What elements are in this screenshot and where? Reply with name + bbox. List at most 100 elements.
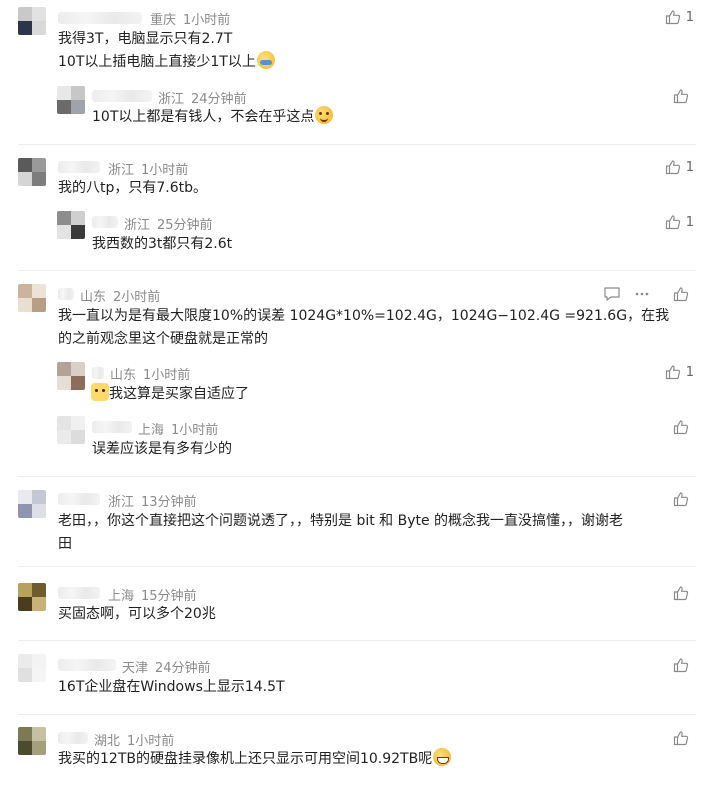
username[interactable] [92,367,104,379]
username[interactable] [58,12,142,24]
reply-text: 10T以上都是有钱人，不会在乎这点 [92,106,334,129]
cat-emoji [91,383,109,401]
sweat-smile-emoji [256,51,275,69]
reply-meta: 浙江 25分钟前 [124,214,213,233]
like-button[interactable] [673,286,694,302]
username[interactable] [92,90,152,102]
divider [18,476,696,477]
comment-line: 我的八tp，只有7.6tb。 [58,180,208,196]
timestamp: 1小时前 [127,734,175,749]
like-count: 1 [685,364,694,380]
comment-meta: 浙江 1小时前 [108,159,188,178]
like-button[interactable]: 1 [665,159,694,175]
comment-line: 田 [58,536,72,552]
like-button[interactable] [673,585,694,601]
thumbs-up-icon [673,89,689,104]
thumbs-up-icon [665,365,680,380]
like-button[interactable] [673,730,694,746]
comment-icon[interactable] [603,286,621,302]
timestamp: 1小时前 [183,13,231,28]
comment-line: 10T以上插电脑上直接少1T以上 [58,54,256,70]
comment-text: 我一直以为是有最大限度10%的误差 1024G*10%=102.4G，1024G… [58,305,669,351]
divider [18,714,696,715]
timestamp: 13分钟前 [141,495,197,510]
comment-meta: 山东 2小时前 [80,286,160,305]
divider [18,640,696,641]
thumbs-up-icon [673,586,689,601]
timestamp: 25分钟前 [157,218,213,233]
reply-line: 我西数的3t都只有2.6t [92,236,233,252]
username[interactable] [58,493,100,505]
divider [18,144,696,145]
like-button[interactable] [673,657,694,673]
thumbs-up-icon [673,658,689,673]
location: 浙江 [158,92,185,107]
avatar[interactable] [18,654,46,682]
location: 山东 [80,290,107,305]
comment-text: 我买的12TB的硬盘挂录像机上还只显示可用空间10.92TB呢 [58,748,452,771]
username[interactable] [58,732,88,744]
like-button[interactable] [673,88,694,104]
username[interactable] [58,587,100,599]
thumbs-up-icon [665,160,680,175]
username[interactable] [92,216,118,228]
thumbs-up-icon [665,10,680,25]
timestamp: 1小时前 [141,163,189,178]
reply-meta: 浙江 24分钟前 [158,88,247,107]
location: 浙江 [124,218,151,233]
timestamp: 15分钟前 [141,589,197,604]
location: 重庆 [150,13,177,28]
grin-emoji [433,748,452,766]
divider [18,566,696,567]
smile-emoji [315,106,334,124]
avatar[interactable] [18,284,46,312]
thumbs-up-icon [673,492,689,507]
reply-line: 我这算是买家自适应了 [109,386,249,402]
like-button[interactable]: 1 [665,214,694,230]
avatar[interactable] [18,158,46,186]
comment-text: 老田，，你这个直接把这个问题说透了，，特别是 bit 和 Byte 的概念我一直… [58,510,623,556]
thumbs-up-icon [673,287,689,302]
avatar[interactable] [18,7,46,35]
location: 山东 [110,368,137,383]
username[interactable] [58,659,116,671]
avatar[interactable] [18,583,46,611]
comment-line: 买固态啊，可以多个20兆 [58,606,216,622]
more-dots-icon[interactable] [633,286,651,302]
avatar[interactable] [57,211,85,239]
like-button[interactable] [673,491,694,507]
like-button[interactable]: 1 [665,9,694,25]
avatar[interactable] [57,416,85,444]
thumbs-up-icon [665,215,680,230]
comment-meta: 湖北 1小时前 [94,730,174,749]
username[interactable] [92,421,132,433]
location: 浙江 [108,163,135,178]
username[interactable] [58,288,74,300]
reply-text: 我这算是买家自适应了 [90,383,249,406]
comment-line: 我一直以为是有最大限度10%的误差 1024G*10%=102.4G，1024G… [58,308,670,324]
avatar[interactable] [18,727,46,755]
avatar[interactable] [57,86,85,114]
avatar[interactable] [57,362,85,390]
location: 天津 [122,661,149,676]
like-count: 1 [685,159,694,175]
reply-meta: 上海 1小时前 [138,419,218,438]
comment-text: 我得3T，电脑显示只有2.7T 10T以上插电脑上直接少1T以上 [58,28,275,74]
avatar[interactable] [18,490,46,518]
like-button[interactable]: 1 [665,364,694,380]
comment-line: 16T企业盘在Windows上显示14.5T [58,679,285,695]
comment-line: 我得3T，电脑显示只有2.7T [58,31,233,47]
comment-meta: 天津 24分钟前 [122,657,211,676]
comment-meta: 浙江 13分钟前 [108,491,197,510]
timestamp: 2小时前 [113,290,161,305]
like-button[interactable] [673,419,694,435]
reply-meta: 山东 1小时前 [110,364,190,383]
reply-line: 10T以上都是有钱人，不会在乎这点 [92,109,315,125]
comment-line: 的之前观念里这个硬盘就是正常的 [58,331,268,347]
comment-meta: 重庆 1小时前 [150,9,230,28]
comment-meta: 上海 15分钟前 [108,585,197,604]
like-count: 1 [685,214,694,230]
username[interactable] [58,161,100,173]
location: 湖北 [94,734,121,749]
timestamp: 1小时前 [143,368,191,383]
